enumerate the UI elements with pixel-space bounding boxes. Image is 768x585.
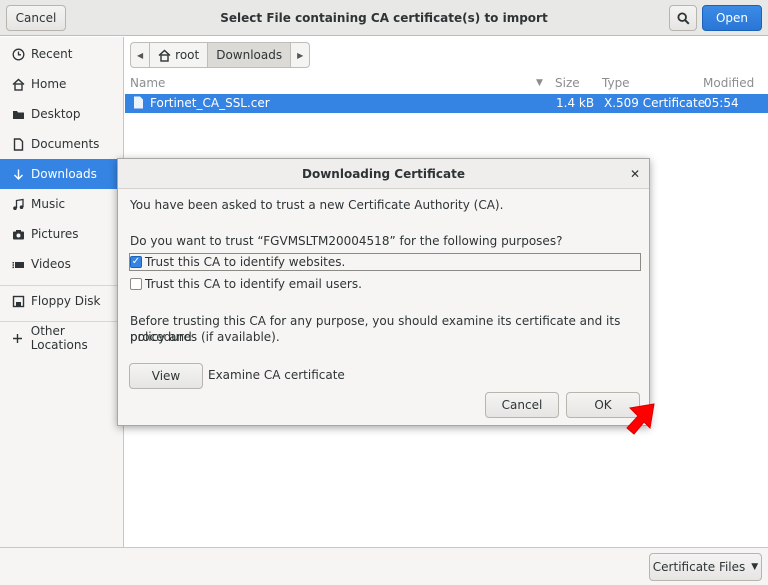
file-modified: 05:54 xyxy=(704,96,739,110)
cancel-button[interactable]: Cancel xyxy=(485,392,559,418)
header-bar: Cancel Select File containing CA certifi… xyxy=(0,0,768,36)
sidebar-item-downloads[interactable]: Downloads xyxy=(0,159,124,189)
path-downloads-button[interactable]: Downloads xyxy=(208,43,292,67)
chevron-down-icon: ▼ xyxy=(751,562,759,572)
path-forward-button[interactable]: ▶ xyxy=(291,43,309,67)
close-icon[interactable]: ✕ xyxy=(626,165,644,183)
music-note-icon xyxy=(11,197,25,211)
window-title: Select File containing CA certificate(s)… xyxy=(220,11,548,25)
view-button[interactable]: View xyxy=(129,363,203,389)
dialog-advice-text-2: procedures (if available). xyxy=(130,330,280,344)
sidebar-item-label: Pictures xyxy=(31,227,79,241)
sidebar-item-recent[interactable]: Recent xyxy=(0,39,124,69)
cancel-button[interactable]: Cancel xyxy=(6,5,66,31)
bottom-bar: Certificate Files ▼ xyxy=(0,547,768,585)
column-header-type[interactable]: Type xyxy=(602,76,630,90)
plus-icon xyxy=(11,331,25,345)
sidebar-item-other-locations[interactable]: Other Locations xyxy=(0,323,124,353)
document-icon xyxy=(11,137,25,151)
sidebar-item-label: Home xyxy=(31,77,67,91)
checkmark-icon: ✓ xyxy=(130,256,142,268)
sidebar-item-label: Videos xyxy=(31,257,71,271)
file-type-filter-dropdown[interactable]: Certificate Files ▼ xyxy=(649,553,762,581)
sidebar-item-label: Other Locations xyxy=(30,324,88,352)
path-bar: ◀ root Downloads ▶ xyxy=(130,42,311,68)
home-icon xyxy=(11,77,25,91)
red-pointer-arrow-icon xyxy=(626,403,655,435)
column-header-size[interactable]: Size xyxy=(555,76,580,90)
download-certificate-dialog: Downloading Certificate ✕ You have been … xyxy=(117,158,650,426)
file-list-header: Name ▼ Size Type Modified xyxy=(125,74,768,94)
checkbox-empty-icon xyxy=(130,278,142,290)
sidebar-item-label: Desktop xyxy=(31,107,81,121)
table-row[interactable]: Fortinet_CA_SSL.cer 1.4 kB X.509 Certifi… xyxy=(125,94,768,113)
places-sidebar: Recent Home Desktop Documents Downloads … xyxy=(0,37,124,547)
magnifier-icon xyxy=(676,11,690,25)
folder-icon xyxy=(11,107,25,121)
open-button[interactable]: Open xyxy=(702,5,762,31)
sidebar-item-label: Documents xyxy=(31,137,100,151)
search-button[interactable] xyxy=(669,5,697,31)
path-root-label: root xyxy=(175,48,200,62)
sidebar-item-pictures[interactable]: Pictures xyxy=(0,219,124,249)
sidebar-separator xyxy=(0,321,124,322)
right-arrow-icon: ▶ xyxy=(297,50,304,60)
left-arrow-icon: ◀ xyxy=(137,50,144,60)
view-caption: Examine CA certificate xyxy=(208,368,345,382)
trust-email-label: Trust this CA to identify email users. xyxy=(145,277,362,291)
trust-email-checkbox[interactable]: Trust this CA to identify email users. xyxy=(130,276,362,292)
sidebar-item-label: Music xyxy=(31,197,66,211)
path-back-button[interactable]: ◀ xyxy=(131,43,151,67)
path-current-label: Downloads xyxy=(216,48,283,62)
sidebar-item-home[interactable]: Home xyxy=(0,69,124,99)
filter-label: Certificate Files xyxy=(652,560,746,574)
home-icon xyxy=(158,48,171,62)
dialog-question-text: Do you want to trust “FGVMSLTM20004518” … xyxy=(130,234,563,248)
sidebar-item-documents[interactable]: Documents xyxy=(0,129,124,159)
sidebar-item-videos[interactable]: Videos xyxy=(0,249,124,279)
sort-down-icon: ▼ xyxy=(536,78,543,88)
dialog-title: Downloading Certificate xyxy=(118,159,649,189)
file-name: Fortinet_CA_SSL.cer xyxy=(150,96,270,110)
column-header-name[interactable]: Name xyxy=(130,76,165,90)
trust-websites-checkbox[interactable]: ✓ Trust this CA to identify websites. xyxy=(129,253,641,271)
floppy-icon xyxy=(11,294,25,308)
sidebar-item-music[interactable]: Music xyxy=(0,189,124,219)
sidebar-item-label: Downloads xyxy=(31,167,97,181)
down-arrow-icon xyxy=(11,167,25,181)
sidebar-item-floppy-disk[interactable]: Floppy Disk xyxy=(0,286,124,316)
file-icon xyxy=(133,96,144,112)
file-size: 1.4 kB xyxy=(556,96,595,110)
path-root-button[interactable]: root xyxy=(150,43,209,67)
clock-icon xyxy=(11,47,25,61)
file-type: X.509 Certificate xyxy=(604,96,706,110)
dialog-intro-text: You have been asked to trust a new Certi… xyxy=(130,198,504,212)
sidebar-item-label: Recent xyxy=(31,47,73,61)
sidebar-item-desktop[interactable]: Desktop xyxy=(0,99,124,129)
trust-websites-label: Trust this CA to identify websites. xyxy=(145,255,346,269)
column-header-modified[interactable]: Modified xyxy=(703,76,754,90)
sidebar-item-label: Floppy Disk xyxy=(31,294,101,308)
video-icon xyxy=(11,257,25,271)
camera-icon xyxy=(11,227,25,241)
